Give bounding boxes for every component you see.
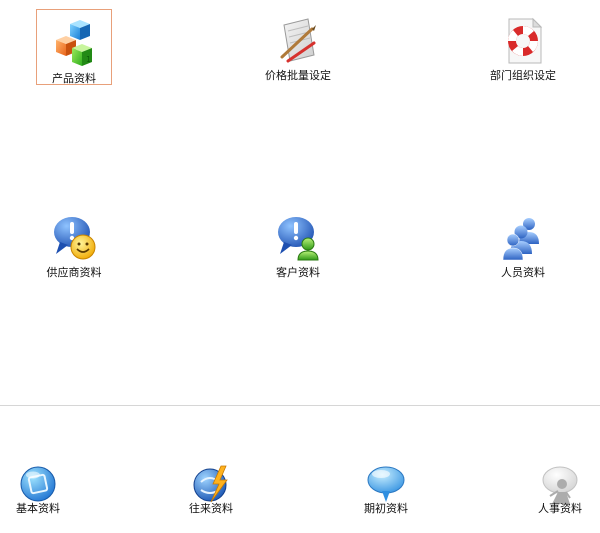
price-tools-icon [274, 17, 322, 65]
supplier-chat-smiley-icon [50, 214, 98, 262]
tile-supplier-data[interactable]: 供应商资料 [34, 214, 114, 279]
nav-basic-data[interactable]: 基本资料 [0, 464, 76, 515]
nav-label: 往来资料 [189, 502, 233, 515]
nav-hr-data[interactable]: 人事资料 [522, 464, 598, 515]
tile-label: 部门组织设定 [490, 69, 556, 82]
tile-label: 客户资料 [276, 266, 320, 279]
transactions-lightning-icon [191, 464, 231, 504]
tile-label: 产品资料 [52, 72, 96, 85]
nav-opening-data[interactable]: 期初资料 [348, 464, 424, 515]
tile-label: 供应商资料 [46, 266, 102, 279]
people-group-icon [499, 214, 547, 262]
tile-personnel-data[interactable]: 人员资料 [483, 214, 563, 279]
lifebuoy-icon [499, 17, 547, 65]
product-cubes-icon: 1 [50, 20, 98, 68]
tile-label: 人员资料 [501, 266, 545, 279]
tile-customer-data[interactable]: 客户资料 [258, 214, 338, 279]
tile-label: 价格批量设定 [265, 69, 331, 82]
customer-chat-user-icon [274, 214, 322, 262]
tile-price-batch-settings[interactable]: 价格批量设定 [258, 17, 338, 82]
nav-label: 人事资料 [538, 502, 582, 515]
nav-label: 期初资料 [364, 502, 408, 515]
tile-product-data[interactable]: 1 产品资料 [36, 9, 112, 85]
tile-department-settings[interactable]: 部门组织设定 [483, 17, 563, 82]
window-root: 1 产品资料 价格批量设定 部门组织设定 供应商资料 客户资料 人员资料 基本资… [0, 0, 600, 533]
hr-person-icon [540, 464, 580, 504]
nav-label: 基本资料 [16, 502, 60, 515]
bottom-navigation: 基本资料 往来资料 期初资料 人事资料 [0, 406, 600, 533]
main-panel: 1 产品资料 价格批量设定 部门组织设定 供应商资料 客户资料 人员资料 [0, 0, 600, 405]
basic-data-icon [18, 464, 58, 504]
opening-bubble-icon [366, 464, 406, 504]
nav-transactions-data[interactable]: 往来资料 [173, 464, 249, 515]
svg-text:1: 1 [86, 55, 91, 64]
